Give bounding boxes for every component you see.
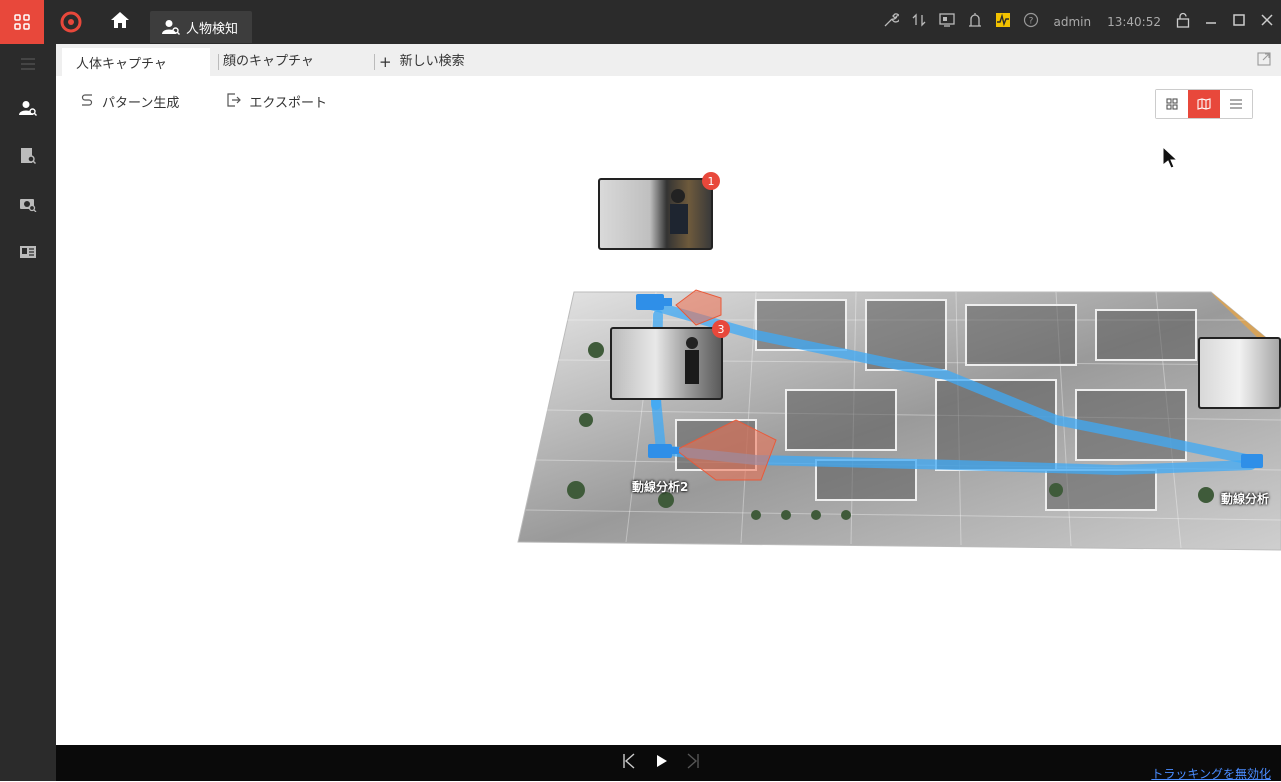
menu-icon[interactable] (0, 44, 56, 84)
disable-tracking-link[interactable]: トラッキングを無効化 (1151, 765, 1271, 782)
list-view-button[interactable] (1220, 90, 1252, 118)
close-icon[interactable] (1253, 13, 1281, 31)
export-button[interactable]: エクスポート (227, 92, 327, 111)
sidebar-item-doc-search[interactable] (0, 132, 56, 180)
sidebar-item-camera-search[interactable] (0, 180, 56, 228)
view-switch (1155, 89, 1253, 119)
export-icon (227, 92, 242, 111)
home-icon[interactable] (108, 10, 132, 34)
sidebar-item-person-search[interactable] (0, 84, 56, 132)
tab-body-capture[interactable]: 人体キャプチャ (62, 48, 210, 76)
maximize-icon[interactable] (1225, 13, 1253, 31)
svg-text:?: ? (1029, 17, 1034, 27)
module-tab-label: 人物検知 (186, 21, 239, 37)
activity-icon[interactable] (989, 12, 1017, 32)
grid-view-button[interactable] (1156, 90, 1188, 118)
username[interactable]: admin (1053, 15, 1091, 29)
skip-end-icon[interactable] (686, 753, 700, 773)
app-grid-icon[interactable] (0, 0, 44, 44)
snapshot-badge: 3 (712, 320, 730, 338)
skip-start-icon[interactable] (622, 753, 636, 773)
tab-face-capture[interactable]: 顔のキャプチャ (218, 54, 366, 70)
capture-tabs: 人体キャプチャ 顔のキャプチャ + 新しい検索 (56, 44, 1281, 76)
person-search-icon (162, 19, 180, 35)
toolbar: パターン生成 エクスポート (80, 92, 375, 111)
sidebar-item-id-card[interactable] (0, 228, 56, 276)
lock-icon[interactable] (1169, 12, 1197, 32)
floor-map-view[interactable]: 1 3 動線分析2 動線分析 (56, 120, 1281, 745)
help-icon[interactable]: ? (1017, 12, 1045, 32)
tab-new-search-label: 新しい検索 (399, 54, 465, 69)
popout-icon[interactable] (1257, 52, 1271, 70)
transfer-icon[interactable] (905, 13, 933, 31)
snapshot-badge: 1 (702, 172, 720, 190)
module-tab-person-detection[interactable]: 人物検知 (150, 11, 253, 43)
mouse-cursor-icon (1162, 145, 1180, 174)
add-icon: + (379, 53, 392, 71)
route-label: 動線分析2 (632, 480, 689, 494)
pattern-generate-label: パターン生成 (102, 96, 180, 111)
app-logo-icon (58, 9, 84, 35)
title-bar: 人物検知 ? admin 13:40:52 (0, 0, 1281, 44)
route-label: 動線分析 (1221, 492, 1270, 506)
pattern-icon (80, 93, 94, 111)
map-view-button[interactable] (1188, 90, 1220, 118)
wrench-icon[interactable] (877, 12, 905, 32)
monitor-icon[interactable] (933, 13, 961, 31)
sidebar (0, 44, 56, 781)
clock: 13:40:52 (1107, 15, 1161, 29)
tab-new-search[interactable]: + 新しい検索 (374, 54, 475, 70)
alarm-icon[interactable] (961, 12, 989, 32)
snapshot-thumbnail[interactable] (610, 327, 723, 400)
pattern-generate-button[interactable]: パターン生成 (80, 92, 179, 111)
play-icon[interactable] (655, 753, 669, 773)
snapshot-thumbnail[interactable] (1198, 337, 1281, 409)
snapshot-thumbnail[interactable] (598, 178, 713, 250)
playback-bar: トラッキングを無効化 (56, 745, 1281, 781)
minimize-icon[interactable] (1197, 13, 1225, 31)
export-label: エクスポート (249, 96, 327, 111)
